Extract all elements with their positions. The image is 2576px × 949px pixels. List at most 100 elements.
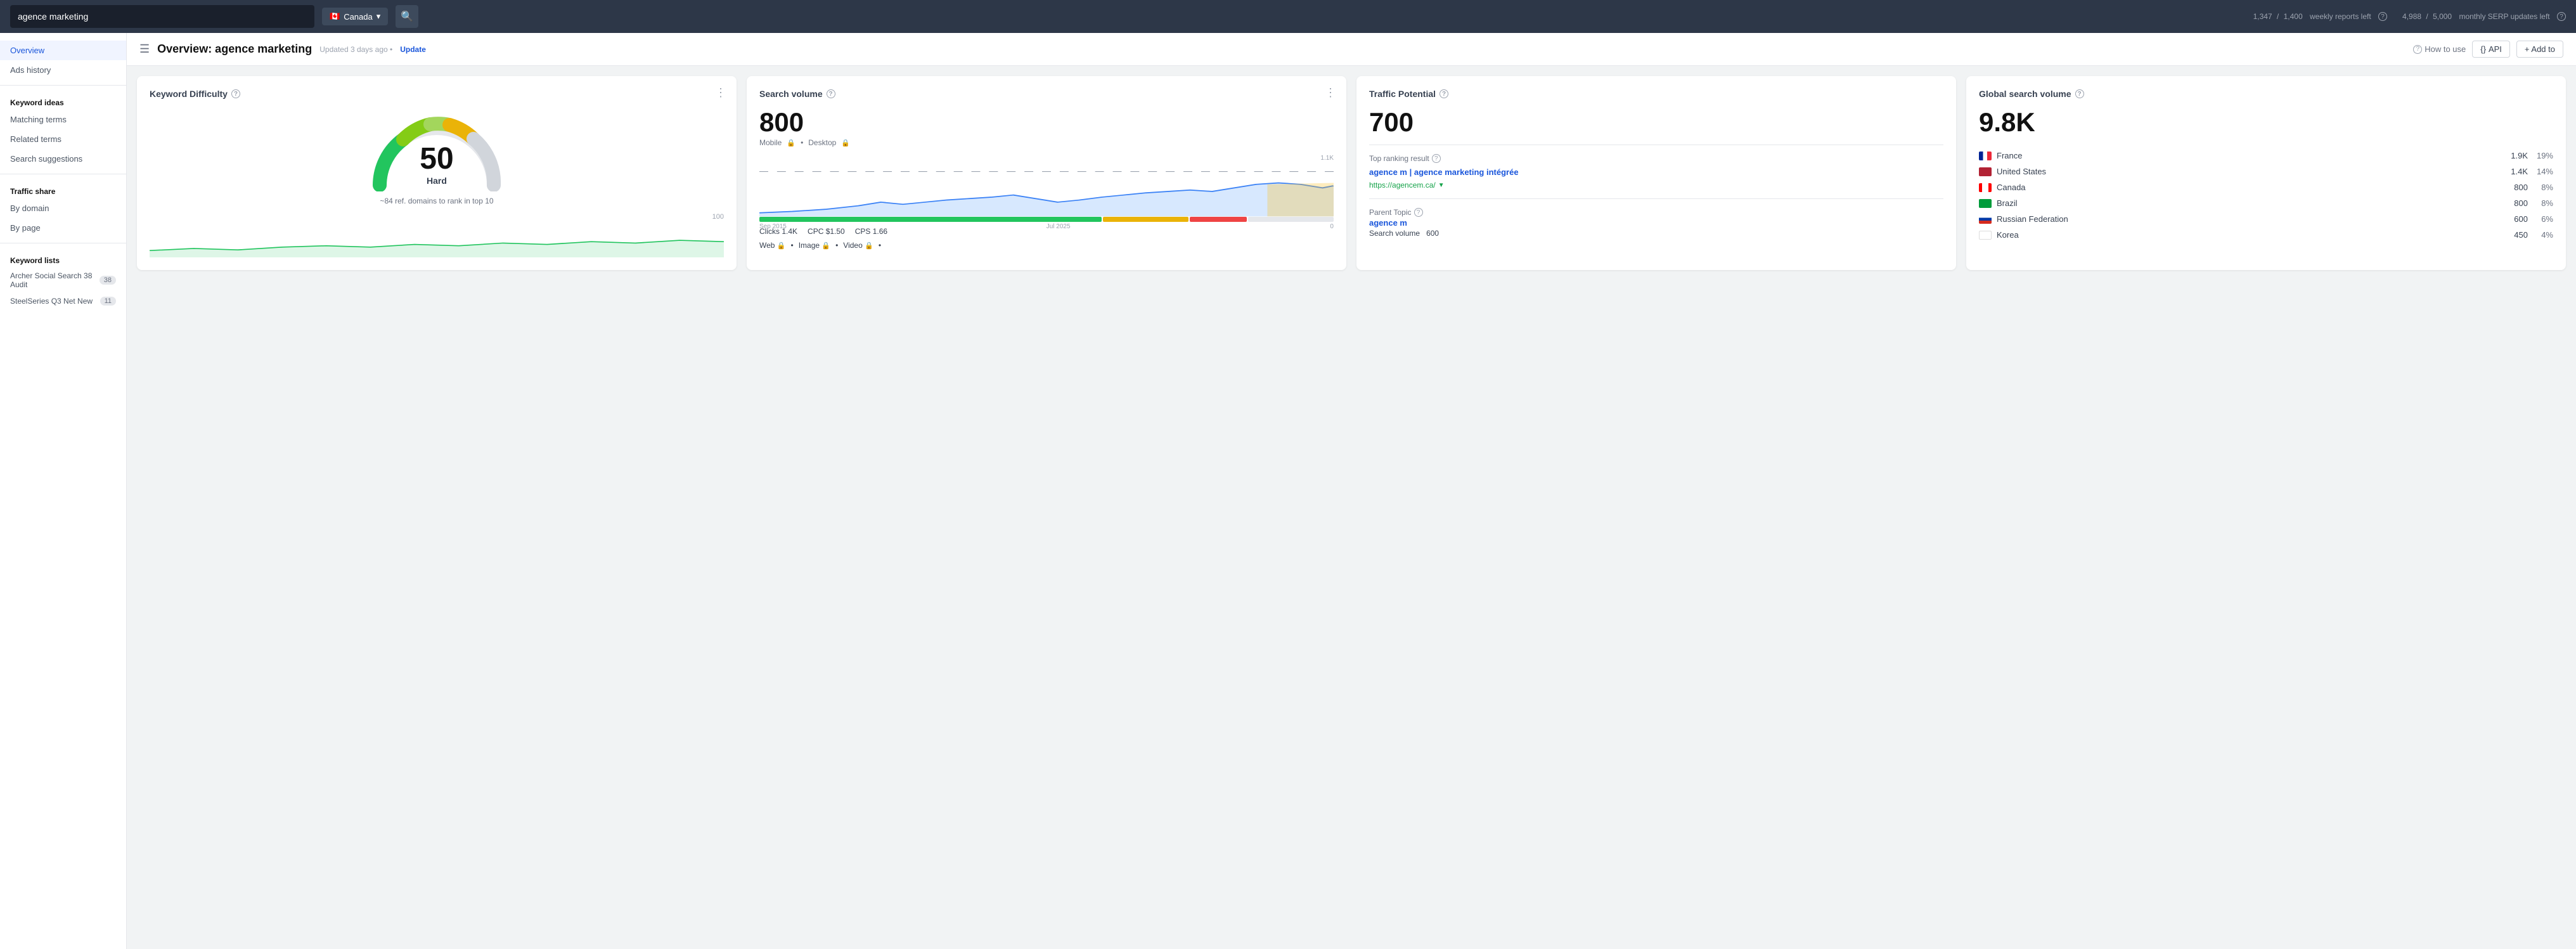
country-pct-3: 8% bbox=[2533, 198, 2553, 208]
weekly-reports-total: 1,400 bbox=[2284, 12, 2303, 21]
country-selector[interactable]: 🇨🇦 Canada ▾ bbox=[322, 8, 388, 25]
tp-top-ranking-help-icon[interactable]: ? bbox=[1432, 154, 1441, 163]
sidebar-item-ads-history[interactable]: Ads history bbox=[0, 60, 126, 80]
sv-feature-sep3: • bbox=[879, 241, 881, 250]
country-label: Canada bbox=[344, 12, 373, 22]
brazil-flag-icon bbox=[1979, 199, 1992, 208]
search-button[interactable]: 🔍 bbox=[396, 5, 418, 28]
monthly-help-icon[interactable]: ? bbox=[2557, 12, 2566, 21]
api-button[interactable]: {} API bbox=[2472, 41, 2510, 58]
country-name-5: Korea bbox=[1997, 230, 2500, 240]
sv-chart-svg bbox=[759, 163, 1334, 220]
country-name-4: Russian Federation bbox=[1997, 214, 2500, 224]
gsv-help-icon[interactable]: ? bbox=[2075, 89, 2084, 98]
country-row-5: Korea 450 4% bbox=[1979, 230, 2553, 240]
hamburger-icon[interactable]: ☰ bbox=[139, 42, 150, 56]
kd-value: 50 bbox=[420, 144, 453, 174]
main-content: ☰ Overview: agence marketing Updated 3 d… bbox=[127, 33, 2576, 949]
tp-top-ranking-url: https://agencem.ca/ ▼ bbox=[1369, 181, 1943, 190]
kd-help-icon[interactable]: ? bbox=[231, 89, 240, 98]
country-val-0: 1.9K bbox=[2505, 151, 2528, 160]
sv-help-icon[interactable]: ? bbox=[827, 89, 835, 98]
list-item-name-1: SteelSeries Q3 Net New bbox=[10, 297, 93, 306]
country-val-1: 1.4K bbox=[2505, 167, 2528, 176]
country-row-0: France 1.9K 19% bbox=[1979, 151, 2553, 160]
sv-meta: Mobile 🔒 • Desktop 🔒 bbox=[759, 138, 1334, 147]
sv-date-end: Jul 2025 bbox=[1046, 223, 1071, 230]
weekly-help-icon[interactable]: ? bbox=[2378, 12, 2387, 21]
tp-url-text[interactable]: https://agencem.ca/ bbox=[1369, 181, 1436, 190]
dropdown-arrow-icon: ▾ bbox=[377, 11, 381, 22]
sidebar-section-keyword-ideas: Keyword ideas bbox=[0, 91, 126, 110]
country-name-1: United States bbox=[1997, 167, 2500, 176]
tp-top-ranking-link[interactable]: agence m | agence marketing intégrée bbox=[1369, 167, 1943, 178]
gsv-card-title: Global search volume ? bbox=[1979, 89, 2553, 99]
sidebar-item-by-page[interactable]: By page bbox=[0, 218, 126, 238]
page-title: Overview: agence marketing bbox=[157, 42, 312, 56]
kd-trend-svg bbox=[150, 213, 724, 257]
sidebar-item-by-domain[interactable]: By domain bbox=[0, 198, 126, 218]
search-input[interactable] bbox=[18, 11, 307, 22]
sidebar-item-related-terms[interactable]: Related terms bbox=[0, 129, 126, 149]
search-input-wrap[interactable] bbox=[10, 5, 314, 28]
sidebar-item-matching-terms[interactable]: Matching terms bbox=[0, 110, 126, 129]
tp-url-arrow-icon: ▼ bbox=[1438, 182, 1445, 189]
tp-parent-help-icon[interactable]: ? bbox=[1414, 208, 1423, 217]
tp-help-icon[interactable]: ? bbox=[1439, 89, 1448, 98]
country-val-3: 800 bbox=[2505, 198, 2528, 208]
country-row-4: Russian Federation 600 6% bbox=[1979, 214, 2553, 224]
monthly-updates-used: 4,988 bbox=[2402, 12, 2421, 21]
tp-sv-label: Search volume bbox=[1369, 229, 1420, 238]
global-search-volume-card: Global search volume ? 9.8K France 1.9K … bbox=[1966, 76, 2566, 270]
country-name-2: Canada bbox=[1997, 183, 2500, 192]
sidebar-item-search-suggestions[interactable]: Search suggestions bbox=[0, 149, 126, 169]
tp-parent-topic-val[interactable]: agence m bbox=[1369, 218, 1943, 228]
sv-dot-sep: • bbox=[801, 138, 803, 147]
main-layout: Overview Ads history Keyword ideas Match… bbox=[0, 33, 2576, 949]
updated-text: Updated 3 days ago • bbox=[319, 45, 392, 54]
list-item-name-0: Archer Social Search 38 Audit bbox=[10, 271, 100, 289]
tp-parent-topic-label: Parent Topic ? bbox=[1369, 208, 1943, 217]
weekly-reports-used: 1,347 bbox=[2253, 12, 2272, 21]
canada-flag-icon bbox=[1979, 183, 1992, 192]
kd-menu-icon[interactable]: ⋮ bbox=[715, 86, 726, 100]
tp-top-ranking-label: Top ranking result ? bbox=[1369, 154, 1943, 163]
help-circle-icon: ? bbox=[2413, 45, 2422, 54]
tp-sv-val: 600 bbox=[1426, 229, 1439, 238]
france-flag-icon bbox=[1979, 152, 1992, 160]
country-name-3: Brazil bbox=[1997, 198, 2500, 208]
how-to-use-button[interactable]: ? How to use bbox=[2413, 44, 2466, 54]
sv-chart-max: 1.1K bbox=[759, 155, 1334, 162]
how-to-use-label: How to use bbox=[2425, 44, 2466, 54]
korea-flag-icon bbox=[1979, 231, 1992, 240]
country-row-2: Canada 800 8% bbox=[1979, 183, 2553, 192]
sv-feature-image: Image 🔒 bbox=[799, 241, 830, 250]
country-pct-1: 14% bbox=[2533, 167, 2553, 176]
add-to-button[interactable]: + Add to bbox=[2516, 41, 2563, 58]
country-row-1: United States 1.4K 14% bbox=[1979, 167, 2553, 176]
kd-chart-max-label: 100 bbox=[712, 213, 724, 221]
canada-flag-icon: 🇨🇦 bbox=[330, 11, 340, 22]
update-button[interactable]: Update bbox=[400, 45, 426, 54]
sv-title-label: Search volume bbox=[759, 89, 823, 99]
sv-menu-icon[interactable]: ⋮ bbox=[1325, 86, 1336, 100]
sv-chart-min: 0 bbox=[1330, 223, 1334, 230]
sidebar-list-item-0[interactable]: Archer Social Search 38 Audit 38 bbox=[0, 268, 126, 293]
sidebar: Overview Ads history Keyword ideas Match… bbox=[0, 33, 127, 949]
kd-sub-text: ~84 ref. domains to rank in top 10 bbox=[150, 197, 724, 205]
country-row-3: Brazil 800 8% bbox=[1979, 198, 2553, 208]
sidebar-item-overview[interactable]: Overview bbox=[0, 41, 126, 60]
sidebar-divider-1 bbox=[0, 85, 126, 86]
kd-mini-chart: 100 bbox=[150, 213, 724, 257]
tp-value: 700 bbox=[1369, 109, 1943, 136]
sidebar-list-item-1[interactable]: SteelSeries Q3 Net New 11 bbox=[0, 293, 126, 309]
country-pct-2: 8% bbox=[2533, 183, 2553, 192]
sv-value: 800 bbox=[759, 109, 1334, 136]
country-pct-4: 6% bbox=[2533, 214, 2553, 224]
kd-title-label: Keyword Difficulty bbox=[150, 89, 228, 99]
us-flag-icon bbox=[1979, 167, 1992, 176]
tp-search-volume: Search volume 600 bbox=[1369, 229, 1943, 238]
sv-chart: 1.1K Sep 2015 Jul 2025 0 bbox=[759, 155, 1334, 212]
country-pct-5: 4% bbox=[2533, 230, 2553, 240]
kd-gauge-center: 50 Hard bbox=[420, 144, 453, 186]
